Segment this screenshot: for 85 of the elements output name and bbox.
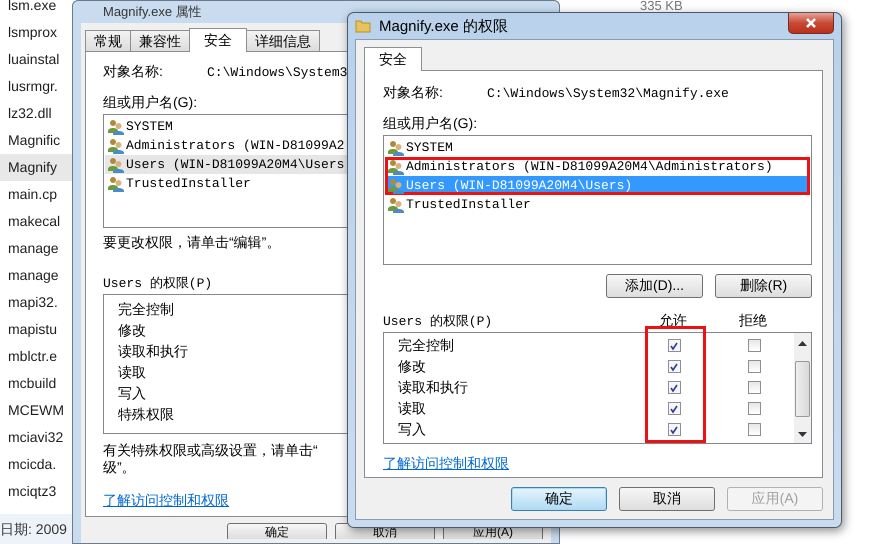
deny-checkbox[interactable] [748, 381, 760, 394]
close-button[interactable] [788, 13, 834, 34]
dialog-button[interactable]: 取消 [619, 487, 715, 511]
users-icon [108, 176, 124, 192]
close-icon [805, 17, 817, 29]
group-item[interactable]: TrustedInstaller [385, 195, 810, 214]
object-name-label: 对象名称: [383, 84, 444, 102]
file-item[interactable]: Magnify [0, 154, 72, 181]
file-item[interactable]: lusrmgr. [0, 73, 72, 100]
permissions-label: Users 的权限(P) [103, 275, 212, 292]
permissions-label: Users 的权限(P) [383, 313, 494, 330]
remove-button[interactable]: 删除(R) [715, 274, 812, 298]
allow-checkbox[interactable] [668, 360, 680, 373]
tab[interactable]: 安全 [364, 47, 422, 71]
down-arrow-icon [798, 432, 807, 437]
group-item[interactable]: SYSTEM [385, 138, 810, 157]
permission-name: 读取 [397, 400, 427, 418]
users-icon [108, 156, 124, 172]
permission-name: 修改 [397, 358, 427, 376]
file-item[interactable]: luainstal [0, 46, 72, 73]
file-item[interactable]: lsmprox [0, 19, 72, 46]
file-item[interactable]: manage [0, 262, 72, 289]
file-item[interactable]: mapistu [0, 316, 72, 343]
allow-checkbox[interactable] [668, 423, 680, 436]
file-item[interactable]: MCEWM [0, 397, 72, 424]
allow-checkbox[interactable] [668, 381, 680, 394]
deny-checkbox[interactable] [748, 423, 760, 436]
allow-checkbox[interactable] [668, 402, 680, 415]
permission-name: 完全控制 [397, 336, 455, 354]
users-icon [108, 118, 124, 134]
advanced-hint: 有关特殊权限或高级设置，请单击“ [103, 442, 318, 460]
deny-checkbox[interactable] [748, 360, 760, 373]
up-arrow-icon [798, 341, 807, 346]
permission-name: 写入 [117, 384, 146, 403]
dialog-button[interactable]: 确定 [227, 523, 327, 539]
window-title: Magnify.exe 的权限 [379, 16, 509, 36]
permission-name: 特殊权限 [117, 405, 174, 424]
file-item[interactable]: mciavi32 [0, 424, 72, 451]
file-item[interactable]: mcbuild [0, 370, 72, 397]
file-item[interactable]: main.cp [0, 181, 72, 208]
window-title: Magnify.exe 属性 [103, 4, 202, 19]
file-date: 日期: 2009 [0, 514, 72, 544]
deny-checkbox[interactable] [748, 339, 760, 352]
file-size: 335 KB [640, 0, 683, 13]
permission-name: 写入 [397, 420, 427, 438]
help-link[interactable]: 了解访问控制和权限 [383, 455, 509, 473]
scrollbar[interactable] [794, 333, 811, 443]
allow-checkbox[interactable] [668, 339, 680, 352]
file-item[interactable]: makecal [0, 208, 72, 235]
advanced-hint: 级”。 [103, 460, 136, 474]
object-name-label: 对象名称: [103, 63, 164, 81]
tab[interactable]: 详细信息 [246, 30, 320, 51]
users-icon [388, 158, 404, 174]
file-item[interactable]: Magnific [0, 127, 72, 154]
permission-name: 完全控制 [117, 300, 174, 319]
file-item[interactable]: mcicda. [0, 451, 72, 478]
edit-hint: 要更改权限，请单击“编辑”。 [103, 234, 280, 252]
permission-name: 读取 [117, 363, 146, 382]
dialog-button[interactable]: 确定 [511, 487, 607, 511]
file-item[interactable]: mciqtz3 [0, 478, 72, 505]
users-icon [388, 196, 404, 212]
groups-label: 组或用户名(G): [103, 94, 198, 112]
deny-checkbox[interactable] [748, 402, 760, 415]
file-item[interactable]: mapi32. [0, 289, 72, 316]
users-icon [108, 138, 124, 154]
file-item[interactable]: lz32.dll [0, 100, 72, 127]
users-icon [388, 140, 404, 156]
object-path: C:\Windows\System32\Magnify.exe [487, 86, 729, 100]
permission-name: 修改 [117, 321, 146, 340]
help-link[interactable]: 了解访问控制和权限 [103, 492, 229, 510]
add-button[interactable]: 添加(D)... [606, 274, 703, 298]
groups-label: 组或用户名(G): [383, 115, 478, 133]
tab[interactable]: 常规 [85, 30, 131, 51]
file-item[interactable]: lsm.exe [0, 0, 72, 19]
folder-icon [355, 18, 371, 34]
deny-header: 拒绝 [739, 312, 767, 330]
scroll-thumb[interactable] [795, 361, 810, 417]
tab[interactable]: 兼容性 [130, 30, 190, 51]
file-item[interactable]: mblctr.e [0, 343, 72, 370]
permission-name: 读取和执行 [117, 342, 188, 361]
object-path: C:\Windows\System3 [207, 64, 348, 80]
file-item[interactable]: manage [0, 235, 72, 262]
permission-name: 读取和执行 [397, 378, 469, 396]
users-icon [388, 178, 404, 194]
tab[interactable]: 安全 [189, 28, 247, 52]
